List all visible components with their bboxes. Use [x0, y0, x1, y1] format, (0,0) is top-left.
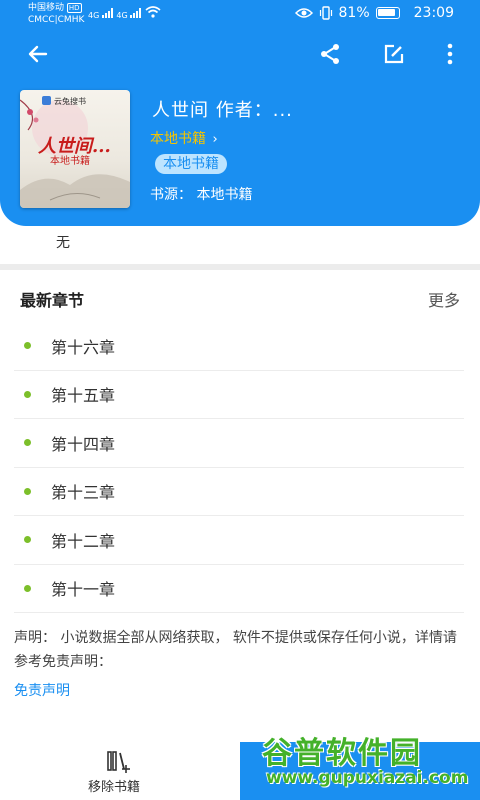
- chapter-label: 第十五章: [51, 386, 116, 406]
- chapter-item[interactable]: 第十二章: [14, 516, 464, 565]
- share-icon: [321, 44, 339, 64]
- author-link[interactable]: 本地书籍 ›: [150, 128, 218, 148]
- signal-label-1: 4G: [88, 11, 100, 20]
- chapter-label: 第十四章: [51, 434, 116, 454]
- chevron-right-icon: ›: [212, 132, 218, 147]
- remove-book-button[interactable]: 移除书籍: [80, 748, 160, 798]
- book-title: 人世间 作者：...: [152, 100, 293, 121]
- status-bar: 中国移动 HD CMCC|CMHK 4G 4G 81% 23:09: [0, 0, 480, 30]
- bullet-dot-icon: [24, 584, 31, 592]
- carrier-info: 中国移动 HD CMCC|CMHK: [28, 2, 84, 26]
- author-link-label: 本地书籍: [150, 131, 206, 147]
- chapter-label: 第十一章: [51, 580, 116, 600]
- chapter-item[interactable]: 第十六章: [14, 322, 464, 371]
- wifi-icon: [145, 6, 161, 18]
- signal-icon-2: [130, 8, 142, 18]
- carrier-name-2: CMCC|CMHK: [28, 15, 85, 25]
- battery-icon: [375, 7, 400, 19]
- battery-percent: 81%: [338, 5, 370, 21]
- watermark-title: 谷普软件园: [262, 736, 422, 771]
- disclaimer-text: 声明： 小说数据全部从网络获取， 软件不提供或保存任何小说，详情请参考免责声明：: [14, 630, 457, 670]
- clock: 23:09: [413, 5, 454, 21]
- share-button[interactable]: [310, 34, 350, 74]
- back-button[interactable]: [18, 34, 58, 74]
- latest-chapters-title: 最新章节: [20, 291, 85, 310]
- status-right: 81% 23:09: [294, 5, 454, 21]
- chapter-list: 第十六章 第十五章 第十四章 第十三章 第十二章 第十一章: [14, 322, 464, 613]
- book-tag: 本地书籍: [155, 154, 227, 174]
- bullet-dot-icon: [24, 342, 31, 350]
- remove-book-icon: [107, 751, 130, 773]
- signal-icon: [101, 8, 113, 18]
- more-button[interactable]: [430, 34, 470, 74]
- chapter-item[interactable]: 第十一章: [14, 565, 464, 613]
- book-source[interactable]: 书源： 本地书籍: [150, 184, 252, 204]
- book-header: 中国移动 HD CMCC|CMHK 4G 4G 81% 23:09 云兔搜书 人…: [0, 0, 480, 226]
- site-watermark: 谷普软件园 www.gupuxiazai.com: [262, 724, 478, 800]
- bullet-dot-icon: [24, 390, 31, 398]
- hd-badge: HD: [66, 3, 82, 13]
- chapter-label: 第十六章: [51, 337, 116, 357]
- toolbar: [0, 34, 480, 74]
- watermark-url: www.gupuxiazai.com: [266, 768, 469, 788]
- vibrate-icon: [319, 6, 332, 20]
- chapter-item[interactable]: 第十四章: [14, 419, 464, 468]
- more-chapters-link[interactable]: 更多: [428, 287, 460, 311]
- cover-subtitle: 本地书籍: [50, 156, 90, 167]
- chapter-item[interactable]: 第十三章: [14, 468, 464, 516]
- chapter-item[interactable]: 第十五章: [14, 371, 464, 419]
- disclaimer-link[interactable]: 免责声明: [14, 680, 70, 700]
- bullet-dot-icon: [24, 487, 31, 495]
- signal-label-2: 4G: [116, 11, 128, 20]
- chapter-label: 第十二章: [51, 531, 116, 551]
- arrow-left-icon: [28, 45, 48, 63]
- signal-indicators: 4G 4G: [88, 6, 161, 20]
- book-cover[interactable]: 云兔搜书 人世间... 本地书籍: [20, 90, 130, 208]
- chapter-label: 第十三章: [51, 483, 116, 503]
- cover-brand: 云兔搜书: [54, 97, 86, 106]
- edit-button[interactable]: [374, 34, 414, 74]
- section-divider: [0, 264, 480, 270]
- more-vertical-icon: [447, 43, 453, 65]
- book-intro: 无: [56, 235, 70, 251]
- bullet-dot-icon: [24, 536, 31, 544]
- cover-brand-logo: [42, 96, 51, 105]
- carrier-name: 中国移动: [28, 3, 65, 13]
- edit-icon: [384, 44, 404, 64]
- bullet-dot-icon: [24, 439, 31, 447]
- eye-icon: [294, 8, 313, 18]
- remove-book-label: 移除书籍: [88, 780, 141, 795]
